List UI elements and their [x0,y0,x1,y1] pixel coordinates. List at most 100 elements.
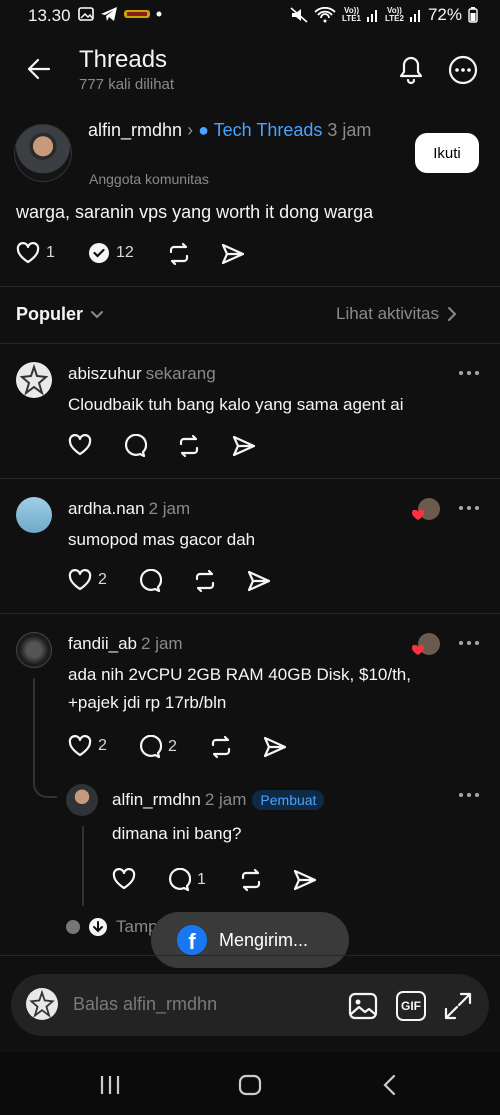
reply-username-line: abiszuhur sekarang [68,364,216,384]
repost-button[interactable] [192,569,218,593]
sim1-label: LTE1 [342,14,361,23]
reply-username[interactable]: alfin_rmdhn [112,790,201,809]
mini-avatar [66,920,80,934]
battery-icon [468,7,478,23]
post-text: warga, saranin vps yang worth it dong wa… [16,202,374,222]
repost-button[interactable] [208,735,234,759]
reply-avatar[interactable] [16,632,52,668]
share-button[interactable] [231,434,257,458]
repost-button[interactable] [238,868,264,892]
expand-icon[interactable] [442,990,474,1022]
reply-input[interactable]: Balas alfin_rmdhn [73,994,217,1015]
repost-icon [241,868,261,892]
home-icon[interactable] [237,1073,263,1097]
reply-avatar[interactable] [66,784,98,816]
repost-count: 12 [116,244,134,261]
author-avatar[interactable] [14,124,72,182]
reply-more-icon[interactable] [458,504,480,512]
reply-username[interactable]: ardha.nan [68,499,145,518]
image-icon[interactable] [347,990,379,1022]
like-count: 2 [98,737,107,754]
author-name[interactable]: alfin_rmdhn [88,120,182,140]
author-role: Anggota komunitas [89,171,209,187]
reply-text: sumopod mas gacor dah [68,530,256,549]
reply-text: Cloudbaik tuh bang kalo yang sama agent … [68,395,404,414]
share-button[interactable] [220,242,246,266]
dot-icon [156,11,162,17]
repost-button[interactable] [166,242,192,266]
like-button[interactable]: 2 [68,569,107,591]
repost-icon [195,569,215,593]
thread-line [82,826,84,906]
repost-button[interactable] [176,434,202,458]
like-button[interactable] [68,434,92,456]
reply-time: 2 jam [141,634,183,653]
more-options-button[interactable] [446,53,480,87]
back-nav-icon[interactable] [380,1073,400,1097]
status-right: Vo)) LTE1 Vo)) LTE2 72% [290,5,478,25]
comment-button[interactable] [123,434,147,458]
follow-button[interactable]: Ikuti [415,133,479,173]
view-activity-link[interactable]: Lihat aktivitas [336,304,457,324]
heart-icon [68,569,92,591]
sort-label: Populer [16,304,84,324]
like-button[interactable]: 1 [16,242,55,264]
reply-time: 2 jam [204,790,247,809]
gif-button[interactable]: GIF [396,991,426,1021]
repost-icon [211,735,231,759]
like-button[interactable]: 2 [68,735,107,757]
comment-button[interactable] [138,569,162,593]
back-button[interactable] [22,52,56,86]
reply-avatar[interactable] [16,362,52,398]
comment-button[interactable]: 1 [167,868,206,892]
recent-apps-icon[interactable] [98,1074,122,1096]
thread-connector [33,678,57,798]
like-button[interactable] [112,868,136,890]
send-icon [263,736,287,758]
sim1-indicator: Vo)) LTE1 [342,7,361,23]
star-logo-icon [19,363,49,396]
repost-count-button[interactable]: 12 [88,242,134,264]
app-logo-icon [124,10,150,18]
star-logo-icon [29,989,55,1018]
divider [0,955,500,956]
community-icon: ● [198,120,209,140]
chevron-down-icon [91,310,104,318]
facebook-icon: f [177,925,207,955]
reply-username[interactable]: abiszuhur [68,364,142,383]
notification-button[interactable] [395,52,427,86]
send-icon [232,435,256,457]
heart-filled-icon [412,645,424,655]
comment-icon [168,868,191,892]
reply-more-icon[interactable] [458,369,480,377]
sending-toast: f Mengirim... [151,912,349,968]
sort-dropdown[interactable]: Populer [16,304,105,325]
signal-icon [367,10,377,22]
comment-button[interactable]: 2 [138,735,177,759]
divider [0,286,500,287]
comment-count: 1 [197,871,206,888]
share-button[interactable] [292,868,318,892]
reply-username-line: fandii_ab 2 jam [68,634,183,654]
bell-icon [399,56,423,85]
reply-actions: 2 2 [68,735,298,761]
reply-time: sekarang [145,364,216,383]
reply-avatar[interactable] [16,497,52,533]
wifi-icon [314,7,336,23]
send-icon [221,243,245,265]
divider [0,343,500,344]
reply-more-icon[interactable] [458,791,480,799]
status-bar: 13.30 Vo)) LTE1 Vo)) LTE2 72% [0,0,500,34]
share-button[interactable] [262,735,288,759]
view-count: 777 kali dilihat [79,76,175,93]
like-count: 1 [46,244,55,261]
arrow-left-icon [27,58,51,80]
reply-username[interactable]: fandii_ab [68,634,137,653]
comment-icon [139,569,162,593]
share-button[interactable] [246,569,272,593]
notification-icons [78,6,162,22]
reply-text: dimana ini bang? [112,824,242,843]
community-name[interactable]: Tech Threads [214,120,323,140]
reply-more-icon[interactable] [458,639,480,647]
post-time: 3 jam [327,120,372,140]
